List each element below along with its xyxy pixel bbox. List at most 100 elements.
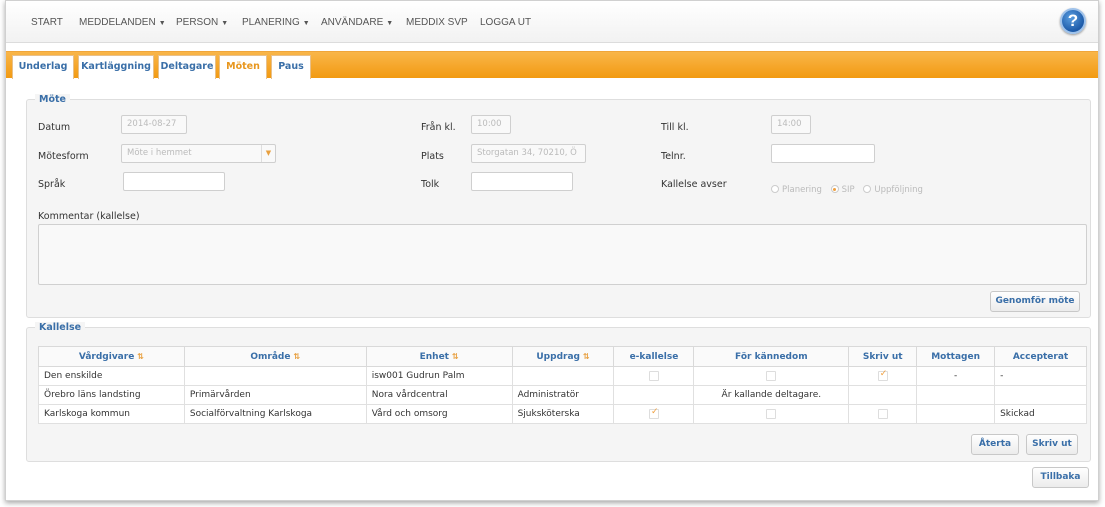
table-cell-uppdrag bbox=[511, 366, 615, 386]
kommentar-textarea[interactable] bbox=[38, 224, 1087, 285]
table-cell-ekallelse bbox=[613, 404, 695, 424]
top-navigation: START MEDDELANDEN ▼ PERSON ▼ PLANERING ▼ ANVÄND… bbox=[6, 1, 1098, 43]
motesform-value: Möte i hemmet bbox=[127, 148, 192, 158]
kallelse-table: Vårdgivare ⇅ Område ⇅ Enhet ⇅ Uppdrag ⇅ e-kallel… bbox=[38, 346, 1087, 424]
sprak-label: Språk bbox=[38, 179, 66, 190]
column-header[interactable]: Vårdgivare ⇅ bbox=[38, 346, 185, 367]
fran-label: Från kl. bbox=[421, 122, 456, 133]
table-cell-kannedom bbox=[693, 404, 850, 424]
fran-input[interactable]: 10:00 bbox=[471, 115, 511, 134]
tab-kartlaggning[interactable]: Kartläggning bbox=[78, 55, 154, 79]
column-header: Skriv ut bbox=[848, 346, 918, 367]
nav-item-label: START bbox=[31, 17, 63, 28]
checkbox-icon[interactable] bbox=[648, 370, 659, 381]
genomfor-mote-button[interactable]: Genomför möte bbox=[990, 291, 1080, 312]
table-cell-omrade: Socialförvaltning Karlskoga bbox=[183, 404, 367, 424]
column-header[interactable]: Uppdrag ⇅ bbox=[511, 346, 615, 367]
skriv-ut-button[interactable]: Skriv ut bbox=[1026, 434, 1078, 455]
table-cell-omrade bbox=[183, 366, 367, 386]
table-cell-mottagen: - bbox=[916, 366, 996, 386]
app-window: START MEDDELANDEN ▼ PERSON ▼ PLANERING ▼ ANVÄND… bbox=[5, 0, 1099, 501]
table-cell-omrade: Primärvården bbox=[183, 385, 367, 405]
radio-icon bbox=[863, 185, 872, 193]
table-header-row: Vårdgivare ⇅ Område ⇅ Enhet ⇅ Uppdrag ⇅ e-kallel… bbox=[38, 346, 1087, 367]
table-cell-kannedom bbox=[693, 366, 850, 386]
checkbox-checked-icon[interactable] bbox=[877, 369, 888, 381]
radio-uppfoljning[interactable]: Uppföljning bbox=[863, 185, 923, 195]
table-cell-ekallelse bbox=[613, 366, 695, 386]
table-cell-uppdrag: Sjuksköterska bbox=[511, 404, 615, 424]
column-header: e-kallelse bbox=[613, 346, 695, 367]
column-header-label: Enhet bbox=[419, 351, 449, 362]
table-cell-skrivut bbox=[848, 366, 918, 386]
datum-input[interactable]: 2014-08-27 bbox=[121, 115, 187, 134]
table-cell-ekallelse bbox=[613, 385, 695, 405]
column-header-label: För kännedom bbox=[735, 351, 808, 362]
tillbaka-button[interactable]: Tillbaka bbox=[1032, 467, 1089, 488]
radio-planering[interactable]: Planering bbox=[771, 185, 822, 195]
nav-item-anv-ndare[interactable]: ANVÄNDARE ▼ bbox=[321, 17, 393, 28]
nav-item-label: LOGGA UT bbox=[480, 17, 532, 28]
table-row: Örebro läns landsting Primärvården Nora vå… bbox=[38, 385, 1087, 405]
table-cell-vardgivare: Den enskilde bbox=[38, 366, 185, 386]
motesform-select[interactable]: Möte i hemmet ▼ bbox=[121, 144, 276, 163]
nav-item-label: PLANERING bbox=[242, 17, 300, 28]
table-row: Den enskilde isw001 Gudrun Palm -- bbox=[38, 366, 1087, 386]
telnr-input[interactable] bbox=[771, 144, 875, 163]
help-icon[interactable]: ? bbox=[1060, 8, 1086, 34]
till-input[interactable]: 14:00 bbox=[771, 115, 811, 134]
caret-down-icon: ▼ bbox=[158, 20, 166, 27]
checkbox-icon[interactable] bbox=[877, 408, 888, 419]
table-row: Karlskoga kommun Socialförvaltning Karlsk… bbox=[38, 404, 1087, 424]
nav-item-meddelanden[interactable]: MEDDELANDEN ▼ bbox=[79, 17, 166, 28]
tab-moten[interactable]: Möten bbox=[219, 55, 267, 79]
tolk-label: Tolk bbox=[421, 179, 440, 190]
table-cell-vardgivare: Karlskoga kommun bbox=[38, 404, 185, 424]
column-header-label: Område bbox=[250, 351, 291, 362]
nav-item-planering[interactable]: PLANERING ▼ bbox=[242, 17, 310, 28]
table-cell-mottagen bbox=[916, 404, 996, 424]
column-header: Accepterat bbox=[994, 346, 1087, 367]
tolk-input[interactable] bbox=[471, 172, 573, 191]
plats-label: Plats bbox=[421, 151, 444, 162]
column-header[interactable]: Område ⇅ bbox=[183, 346, 367, 367]
checkbox-checked-icon[interactable] bbox=[648, 407, 659, 419]
column-header-label: Mottagen bbox=[931, 351, 980, 362]
checkbox-icon[interactable] bbox=[766, 408, 777, 419]
sprak-input[interactable] bbox=[123, 172, 225, 191]
chevron-down-icon: ▼ bbox=[261, 145, 275, 162]
aterta-button[interactable]: Återta bbox=[971, 434, 1019, 455]
kallelse-avser-label: Kallelse avser bbox=[661, 179, 727, 190]
nav-item-meddix-svp[interactable]: MEDDIX SVP bbox=[406, 17, 468, 28]
nav-item-label: ANVÄNDARE bbox=[321, 17, 384, 28]
checkbox-icon[interactable] bbox=[766, 370, 777, 381]
tab-underlag[interactable]: Underlag bbox=[12, 55, 74, 79]
nav-item-label: MEDDIX SVP bbox=[406, 17, 468, 28]
table-cell-enhet: Nora vårdcentral bbox=[365, 385, 513, 405]
kallelse-avser-radio-group: Planering SIP Uppföljning bbox=[771, 185, 929, 195]
sort-icon: ⇅ bbox=[293, 351, 301, 361]
table-cell-kannedom: Är kallande deltagare. bbox=[693, 385, 850, 405]
nav-item-start[interactable]: START bbox=[31, 17, 63, 28]
table-cell-mottagen bbox=[916, 385, 996, 405]
nav-item-logga-ut[interactable]: LOGGA UT bbox=[480, 17, 531, 28]
column-header-label: Vårdgivare bbox=[78, 351, 135, 362]
nav-item-person[interactable]: PERSON ▼ bbox=[176, 17, 228, 28]
plats-input[interactable]: Storgatan 34, 70210, Ö bbox=[471, 144, 586, 163]
datum-label: Datum bbox=[38, 122, 71, 133]
table-cell-accepterat bbox=[994, 385, 1087, 405]
table-cell-accepterat: Skickad bbox=[994, 404, 1087, 424]
table-cell-skrivut bbox=[848, 404, 918, 424]
radio-sip[interactable]: SIP bbox=[830, 185, 855, 195]
table-cell-uppdrag: Administratör bbox=[511, 385, 615, 405]
column-header-label: Accepterat bbox=[1012, 351, 1069, 362]
tab-bar: Underlag Kartläggning Deltagare Möten Pa… bbox=[6, 51, 1098, 79]
sort-icon: ⇅ bbox=[451, 351, 459, 361]
column-header[interactable]: Enhet ⇅ bbox=[365, 346, 513, 367]
kommentar-label: Kommentar (kallelse) bbox=[38, 211, 140, 222]
column-header: För kännedom bbox=[693, 346, 850, 367]
column-header: Mottagen bbox=[916, 346, 996, 367]
caret-down-icon: ▼ bbox=[386, 20, 394, 27]
tab-paus[interactable]: Paus bbox=[271, 55, 311, 79]
tab-deltagare[interactable]: Deltagare bbox=[158, 55, 216, 79]
